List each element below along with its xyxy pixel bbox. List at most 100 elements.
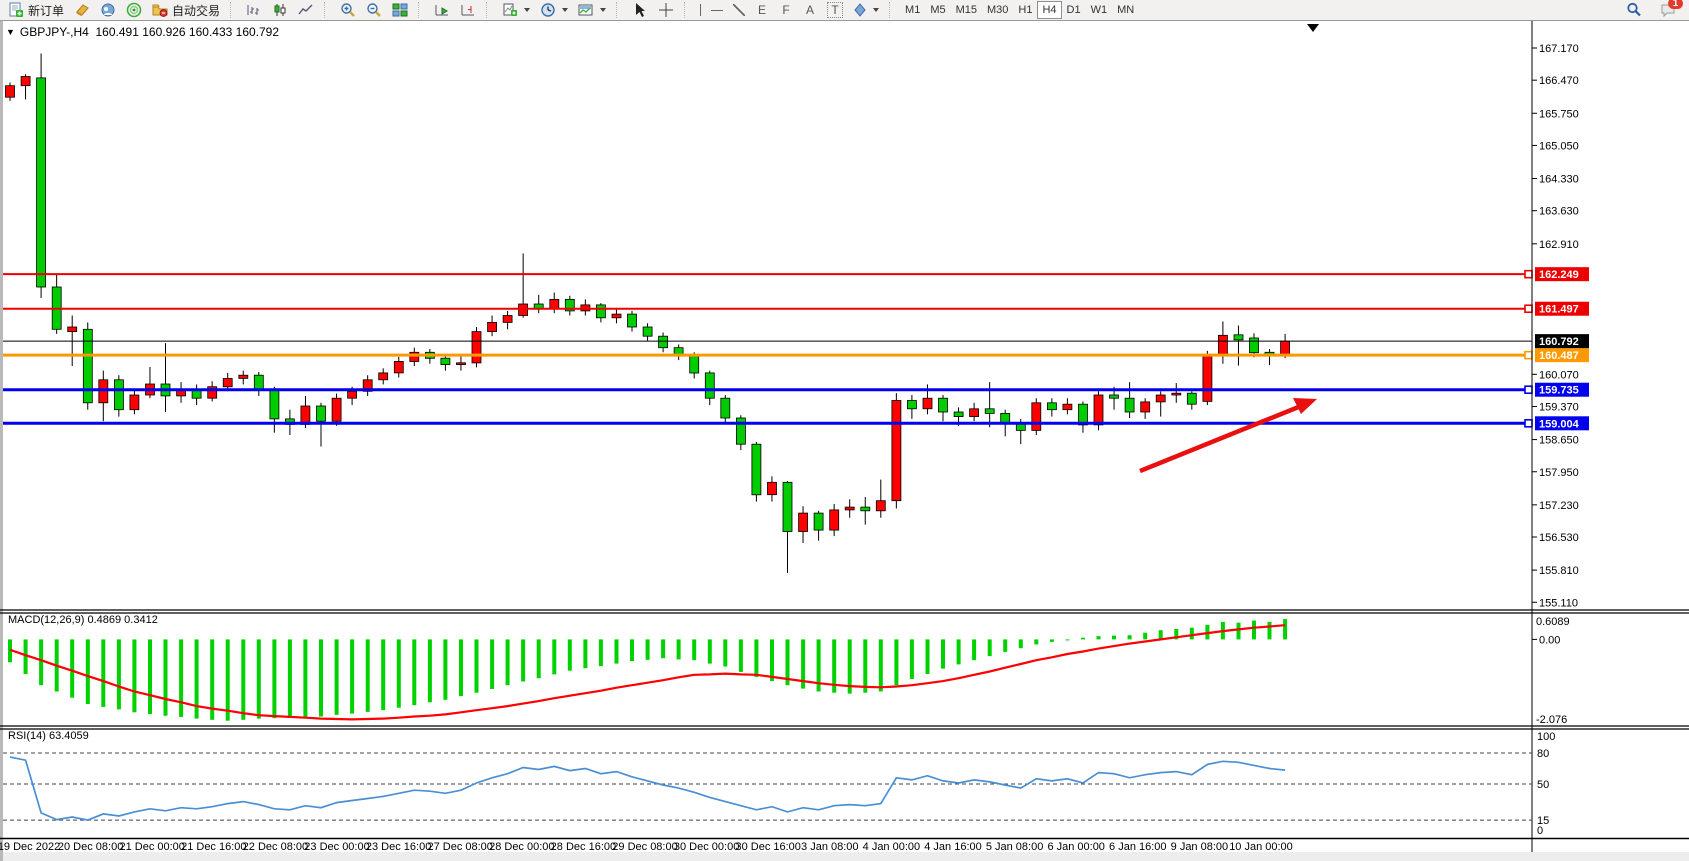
periods-button[interactable] — [535, 1, 573, 19]
macd-histogram-bar — [70, 639, 74, 697]
signals-button[interactable] — [121, 1, 147, 19]
timeframe-m5-button[interactable]: M5 — [925, 1, 950, 19]
macd-histogram-bar — [972, 639, 976, 660]
candle — [1094, 395, 1103, 425]
macd-histogram-bar — [957, 639, 961, 664]
sponge-icon — [74, 2, 90, 18]
candle — [721, 398, 730, 418]
shapes-button[interactable] — [848, 1, 884, 19]
fibonacci-button[interactable]: F — [774, 1, 798, 19]
candlestick-chart-button[interactable] — [267, 1, 293, 19]
macd-histogram-bar — [1237, 623, 1241, 640]
price-tick-label: 157.230 — [1539, 500, 1579, 512]
level-anchor-159.735[interactable] — [1525, 386, 1532, 393]
macd-histogram-bar — [164, 639, 168, 715]
time-tick-label: 4 Jan 00:00 — [863, 841, 921, 853]
macd-histogram-bar — [86, 639, 90, 704]
sponge-tool-button[interactable] — [69, 1, 95, 19]
templates-button[interactable] — [573, 1, 611, 19]
level-anchor-162.249[interactable] — [1525, 271, 1532, 278]
time-tick-label: 3 Jan 08:00 — [801, 841, 859, 853]
trendline-button[interactable] — [728, 1, 750, 19]
autotrade-button[interactable]: 自动交易 — [147, 1, 225, 19]
price-tick-label: 160.070 — [1539, 369, 1579, 381]
dropdown-arrow-icon — [562, 8, 568, 12]
timeframe-m1-button[interactable]: M1 — [900, 1, 925, 19]
candle — [457, 363, 466, 365]
timeframe-h4-button[interactable]: H4 — [1037, 1, 1061, 19]
candle — [876, 501, 885, 511]
macd-histogram-bar — [428, 639, 432, 702]
bar-chart-button[interactable] — [241, 1, 267, 19]
macd-histogram-bar — [412, 639, 416, 705]
candle — [550, 299, 559, 308]
new-order-label: 新订单 — [28, 2, 64, 19]
candle — [394, 361, 403, 373]
time-tick-label: 10 Jan 00:00 — [1229, 841, 1293, 853]
chart-collapse-icon[interactable]: ▼ — [6, 27, 15, 37]
candle — [1125, 398, 1134, 412]
zoom-in-button[interactable] — [335, 1, 361, 19]
time-tick-label: 30 Dec 16:00 — [735, 841, 800, 853]
cursor-button[interactable] — [627, 1, 653, 19]
level-anchor-159.004[interactable] — [1525, 420, 1532, 427]
time-tick-label: 21 Dec 00:00 — [119, 841, 184, 853]
macd-histogram-bar — [863, 639, 867, 692]
candle — [223, 379, 232, 387]
macd-histogram-bar — [1065, 639, 1069, 640]
time-tick-label: 6 Jan 00:00 — [1047, 841, 1105, 853]
price-tick-label: 155.810 — [1539, 565, 1579, 577]
new-order-button[interactable]: 新订单 — [3, 1, 69, 19]
search-button[interactable] — [1621, 1, 1647, 19]
chart-shift-button[interactable] — [455, 1, 481, 19]
candle — [270, 389, 279, 419]
new-chart-button[interactable] — [497, 1, 535, 19]
community-button[interactable] — [95, 1, 121, 19]
timeframe-h1-button[interactable]: H1 — [1013, 1, 1037, 19]
price-tick-label: 158.650 — [1539, 435, 1579, 447]
notifications-button[interactable]: 1 — [1655, 1, 1681, 19]
timeframe-m15-button[interactable]: M15 — [951, 1, 982, 19]
level-price-label: 162.249 — [1539, 269, 1579, 281]
candle — [83, 329, 92, 403]
timeframe-m30-button[interactable]: M30 — [982, 1, 1013, 19]
horizontal-line-button[interactable] — [706, 1, 728, 19]
vertical-line-button[interactable] — [695, 1, 706, 19]
chart-canvas[interactable]: 162.249161.497160.487159.735159.004160.7… — [0, 0, 1689, 861]
crosshair-icon — [658, 2, 674, 18]
community-icon — [100, 2, 116, 18]
macd-histogram-bar — [661, 639, 665, 658]
zoom-in-icon — [340, 2, 356, 18]
price-tick-label: 163.630 — [1539, 206, 1579, 218]
channel-button[interactable]: E — [750, 1, 774, 19]
line-chart-button[interactable] — [293, 1, 319, 19]
time-tick-label: 4 Jan 16:00 — [924, 841, 982, 853]
macd-histogram-bar — [1268, 622, 1272, 640]
auto-scroll-button[interactable] — [429, 1, 455, 19]
candle — [1203, 355, 1212, 401]
candle — [348, 391, 357, 398]
level-anchor-161.497[interactable] — [1525, 305, 1532, 312]
chart-background[interactable] — [0, 20, 1689, 861]
candle — [472, 332, 481, 363]
macd-axis-min: -2.076 — [1536, 714, 1567, 726]
tile-windows-button[interactable] — [387, 1, 413, 19]
macd-histogram-bar — [257, 639, 261, 718]
time-tick-label: 29 Dec 08:00 — [612, 841, 677, 853]
time-tick-label: 19 Dec 2022 — [0, 841, 60, 853]
timeframe-d1-button[interactable]: D1 — [1062, 1, 1086, 19]
level-anchor-160.487[interactable] — [1525, 352, 1532, 359]
search-icon — [1626, 2, 1642, 18]
macd-histogram-bar — [459, 639, 463, 696]
timeframe-w1-button[interactable]: W1 — [1086, 1, 1113, 19]
crosshair-button[interactable] — [653, 1, 679, 19]
timeframe-mn-button[interactable]: MN — [1112, 1, 1139, 19]
candle — [503, 316, 512, 323]
rsi-axis-label: 100 — [1537, 731, 1555, 743]
label-tool-button[interactable]: T — [822, 1, 848, 19]
zoom-out-button[interactable] — [361, 1, 387, 19]
text-tool-button[interactable]: A — [798, 1, 822, 19]
macd-histogram-bar — [1003, 639, 1007, 652]
time-axis[interactable]: 19 Dec 202220 Dec 08:0021 Dec 00:0021 De… — [0, 841, 1293, 853]
toolbar-group-scroll — [426, 0, 484, 20]
